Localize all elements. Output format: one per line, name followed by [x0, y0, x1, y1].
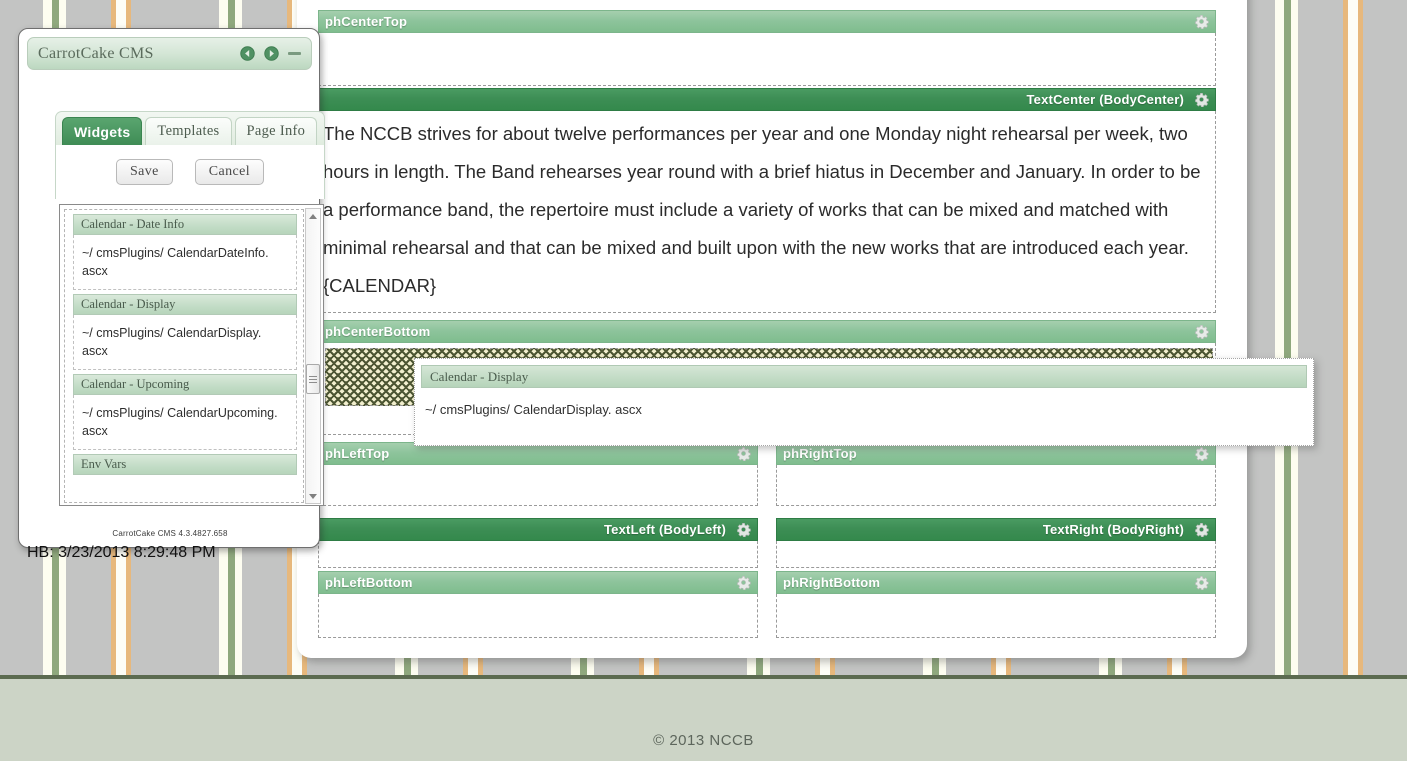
tab-page-info[interactable]: Page Info — [234, 117, 318, 145]
cms-action-bar: Save Cancel — [55, 145, 325, 199]
zone-label: phCenterBottom — [325, 324, 431, 339]
cms-tool-window[interactable]: CarrotCake CMS Widgets Templates Page In… — [18, 28, 325, 561]
cms-window-controls — [240, 46, 311, 61]
zone-phLeftBottom[interactable]: phLeftBottom — [318, 571, 758, 638]
dragged-widget-name: Calendar - Display — [430, 368, 529, 384]
scroll-down-icon[interactable] — [306, 489, 320, 503]
zone-phRightBottom[interactable]: phRightBottom — [776, 571, 1216, 638]
zone-label: phRightBottom — [783, 575, 881, 590]
zone-phCenterTop[interactable]: phCenterTop — [318, 10, 1216, 86]
zone-label: phLeftBottom — [325, 575, 413, 590]
save-button[interactable]: Save — [115, 159, 173, 185]
cms-version-label: CarrotCake CMS 4.3.4827.658 — [112, 529, 228, 538]
zone-label: phLeftTop — [325, 446, 390, 461]
gear-icon[interactable] — [1194, 446, 1209, 461]
widget-name[interactable]: Calendar - Upcoming — [73, 374, 297, 395]
footer-copyright: © 2013 NCCB — [653, 732, 754, 749]
widget-list-scrollbar[interactable] — [305, 208, 321, 504]
prev-arrow-icon[interactable] — [240, 46, 255, 61]
widget-path: ~/ cmsPlugins/ CalendarDisplay. ascx — [73, 315, 297, 370]
zone-textLeft[interactable]: TextLeft (BodyLeft) — [318, 518, 758, 568]
cms-window-title: CarrotCake CMS — [38, 44, 154, 62]
scroll-up-icon[interactable] — [306, 209, 320, 223]
zone-header-textRight[interactable]: TextRight (BodyRight) — [776, 518, 1216, 541]
tab-templates[interactable]: Templates — [145, 117, 232, 145]
tab-widgets[interactable]: Widgets — [62, 117, 143, 145]
zone-textRight[interactable]: TextRight (BodyRight) — [776, 518, 1216, 568]
zone-label: phRightTop — [783, 446, 857, 461]
tab-label: Templates — [157, 123, 220, 139]
widget-path: ~/ cmsPlugins/ CalendarUpcoming. ascx — [73, 395, 297, 450]
gear-icon[interactable] — [1194, 575, 1209, 590]
zone-body-phRightTop[interactable] — [776, 465, 1216, 506]
zone-textCenter[interactable]: TextCenter (BodyCenter) The NCCB strives… — [318, 88, 1216, 313]
cms-titlebar[interactable]: CarrotCake CMS — [27, 37, 312, 70]
widget-name[interactable]: Env Vars — [73, 454, 297, 475]
zone-header-phCenterBottom[interactable]: phCenterBottom — [318, 320, 1216, 343]
zone-body-phLeftBottom[interactable] — [318, 594, 758, 638]
widget-list[interactable]: Calendar - Date Info ~/ cmsPlugins/ Cale… — [64, 209, 304, 503]
zone-header-phRightBottom[interactable]: phRightBottom — [776, 571, 1216, 594]
minimize-icon[interactable] — [288, 52, 301, 55]
zone-header-textLeft[interactable]: TextLeft (BodyLeft) — [318, 518, 758, 541]
zone-label: phCenterTop — [325, 14, 408, 29]
zone-body-phLeftTop[interactable] — [318, 465, 758, 506]
cms-tabstrip: Widgets Templates Page Info — [55, 111, 325, 145]
cancel-button[interactable]: Cancel — [194, 159, 265, 185]
gear-icon[interactable] — [1194, 522, 1209, 537]
zone-label: TextRight (BodyRight) — [1042, 522, 1184, 537]
zone-body-phCenterTop[interactable] — [318, 33, 1216, 86]
calendar-token: {CALENDAR} — [323, 275, 437, 296]
gear-icon[interactable] — [1194, 14, 1209, 29]
widget-path: ~/ cmsPlugins/ CalendarDateInfo. ascx — [73, 235, 297, 290]
zone-body-textCenter[interactable]: The NCCB strives for about twelve perfor… — [318, 111, 1216, 313]
list-item[interactable]: Env Vars — [73, 454, 297, 475]
widget-name[interactable]: Calendar - Display — [73, 294, 297, 315]
zone-header-phCenterTop[interactable]: phCenterTop — [318, 10, 1216, 33]
scrollbar-thumb[interactable] — [306, 364, 320, 394]
gear-icon[interactable] — [736, 446, 751, 461]
next-arrow-icon[interactable] — [264, 46, 279, 61]
gear-icon[interactable] — [1194, 92, 1209, 107]
zone-phRightTop[interactable]: phRightTop — [776, 442, 1216, 506]
cms-heartbeat-label: HB: 3/23/2013 8:29:48 PM — [27, 544, 216, 561]
zone-body-textRight[interactable] — [776, 541, 1216, 568]
dragged-widget-path: ~/ cmsPlugins/ CalendarDisplay. ascx — [425, 402, 642, 417]
zone-label: TextCenter (BodyCenter) — [1026, 92, 1184, 107]
list-item[interactable]: Calendar - Upcoming ~/ cmsPlugins/ Calen… — [73, 374, 297, 450]
tab-label: Widgets — [74, 123, 131, 140]
list-item[interactable]: Calendar - Display ~/ cmsPlugins/ Calend… — [73, 294, 297, 370]
gear-icon[interactable] — [1194, 324, 1209, 339]
zone-body-textLeft[interactable] — [318, 541, 758, 568]
body-paragraph: The NCCB strives for about twelve perfor… — [323, 123, 1201, 258]
tab-label: Page Info — [246, 123, 306, 139]
zone-header-phLeftBottom[interactable]: phLeftBottom — [318, 571, 758, 594]
body-center-text: The NCCB strives for about twelve perfor… — [323, 115, 1211, 305]
gear-icon[interactable] — [736, 575, 751, 590]
gear-icon[interactable] — [736, 522, 751, 537]
dragged-widget-ghost[interactable]: Calendar - Display ~/ cmsPlugins/ Calend… — [414, 358, 1314, 446]
list-item[interactable]: Calendar - Date Info ~/ cmsPlugins/ Cale… — [73, 214, 297, 290]
widget-name[interactable]: Calendar - Date Info — [73, 214, 297, 235]
zone-phLeftTop[interactable]: phLeftTop — [318, 442, 758, 506]
zone-body-phRightBottom[interactable] — [776, 594, 1216, 638]
widget-list-frame[interactable]: Calendar - Date Info ~/ cmsPlugins/ Cale… — [59, 204, 324, 506]
dragged-widget-header[interactable]: Calendar - Display — [421, 365, 1307, 388]
zone-label: TextLeft (BodyLeft) — [604, 522, 726, 537]
zone-header-textCenter[interactable]: TextCenter (BodyCenter) — [318, 88, 1216, 111]
